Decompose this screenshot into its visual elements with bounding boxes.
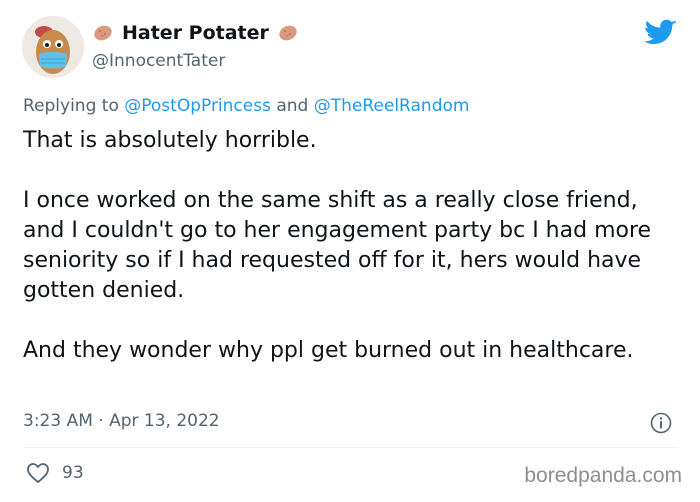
author-display-name: Hater Potater (122, 22, 269, 44)
twitter-bird-icon[interactable] (645, 19, 677, 47)
replying-to-line: Replying to @PostOpPrincess and @TheReel… (23, 96, 469, 116)
tweet-paragraph-3: And they wonder why ppl get burned out i… (23, 338, 634, 363)
replying-joiner: and (270, 96, 314, 116)
heart-icon (27, 463, 49, 483)
like-count: 93 (62, 463, 84, 483)
mention-link-2[interactable]: @TheReelRandom (314, 96, 470, 116)
like-button[interactable]: 93 (26, 462, 84, 484)
author-name-row[interactable]: Hater Potater (92, 22, 299, 44)
watermark: boredpanda.com (524, 464, 682, 487)
tweet-paragraph-1: That is absolutely horrible. (23, 128, 317, 153)
tweet-card: Hater Potater @InnocentTater Replying to… (0, 0, 700, 502)
tweet-timestamp[interactable]: 3:23 AM · Apr 13, 2022 (23, 411, 220, 431)
author-handle[interactable]: @InnocentTater (92, 51, 225, 71)
replying-prefix: Replying to (23, 96, 125, 116)
mention-link-1[interactable]: @PostOpPrincess (124, 96, 271, 116)
tweet-paragraph-2: I once worked on the same shift as a rea… (23, 188, 652, 303)
potato-avatar-icon (22, 16, 84, 78)
divider (23, 447, 677, 448)
potato-emoji-icon (279, 25, 297, 41)
avatar[interactable] (22, 16, 84, 78)
tweet-body: That is absolutely horrible. I once work… (23, 126, 683, 366)
potato-emoji-icon (94, 25, 112, 41)
info-icon[interactable] (650, 412, 672, 434)
